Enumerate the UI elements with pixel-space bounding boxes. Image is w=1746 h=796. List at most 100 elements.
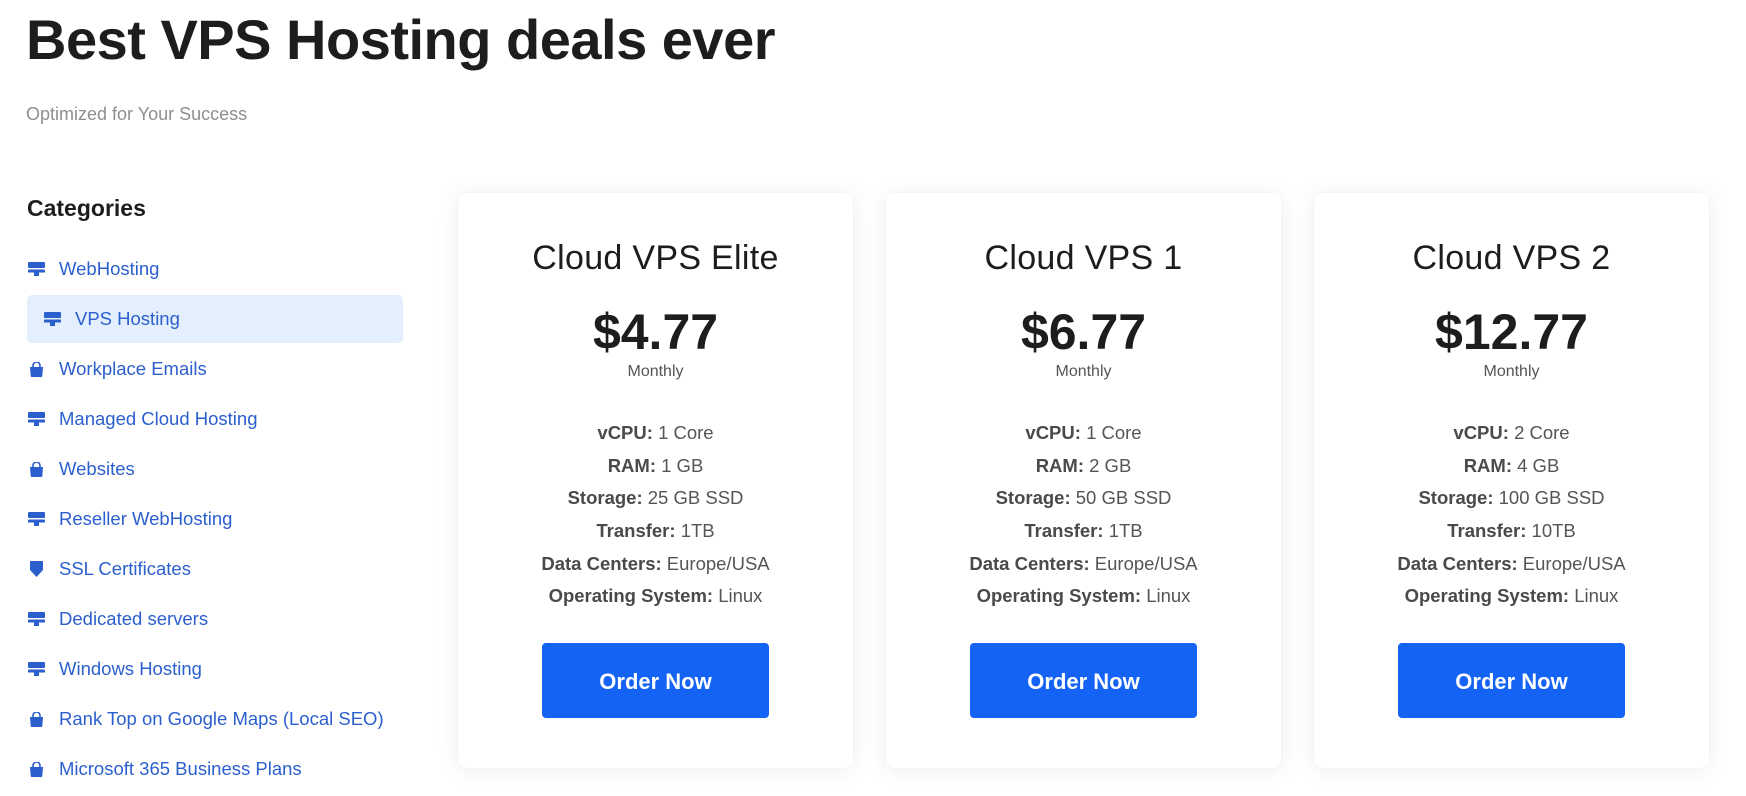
spec-row: Storage: 50 GB SSD	[886, 482, 1281, 515]
spec-row: Transfer: 10TB	[1314, 515, 1709, 548]
spec-value: 1TB	[680, 520, 715, 542]
plan-card: Cloud VPS 1 $6.77 Monthly vCPU: 1 Core RAM: …	[886, 193, 1281, 768]
spec-label: vCPU:	[1453, 422, 1509, 443]
order-now-button[interactable]: Order Now	[542, 643, 769, 719]
plan-name: Cloud VPS 1	[984, 239, 1183, 277]
spec-label: RAM:	[1035, 454, 1084, 476]
sidebar-item-dedicated-servers[interactable]: Dedicated servers	[27, 594, 403, 644]
shopping-bag-icon	[27, 710, 45, 728]
plan-card: Cloud VPS 2 $12.77 Monthly vCPU: 2 Core RAM:…	[1314, 193, 1709, 768]
spec-row: Operating System: Linux	[886, 580, 1281, 613]
spec-label: vCPU:	[1025, 422, 1081, 443]
sidebar-item-label: Managed Cloud Hosting	[59, 408, 258, 429]
spec-label: Operating System:	[1404, 585, 1570, 607]
sidebar-item-label: Websites	[59, 458, 135, 479]
server-icon	[27, 660, 45, 678]
spec-label: Storage:	[995, 487, 1071, 509]
spec-row: vCPU: 1 Core	[886, 417, 1281, 450]
spec-row: Operating System: Linux	[458, 580, 853, 613]
sidebar-item-vps-hosting[interactable]: VPS Hosting	[27, 295, 403, 343]
server-icon	[27, 260, 45, 278]
spec-label: Transfer:	[1024, 520, 1104, 542]
shopping-bag-icon	[27, 760, 45, 778]
sidebar-item-rank-top-on-google-maps-local-seo[interactable]: Rank Top on Google Maps (Local SEO)	[27, 694, 403, 744]
spec-row: Storage: 100 GB SSD	[1314, 482, 1709, 515]
sidebar-item-ssl-certificates[interactable]: SSL Certificates	[27, 544, 403, 594]
plan-card: Cloud VPS Elite $4.77 Monthly vCPU: 1 Core R…	[458, 193, 853, 768]
spec-label: Operating System:	[548, 585, 714, 607]
plan-price: $6.77	[1020, 304, 1147, 360]
sidebar-item-managed-cloud-hosting[interactable]: Managed Cloud Hosting	[27, 394, 403, 444]
sidebar-item-label: SSL Certificates	[59, 558, 191, 579]
sidebar-item-label: Microsoft 365 Business Plans	[59, 758, 302, 779]
spec-row: Data Centers: Europe/USA	[886, 548, 1281, 581]
plan-name: Cloud VPS Elite	[532, 239, 779, 277]
spec-row: Data Centers: Europe/USA	[458, 548, 853, 581]
spec-value: Linux	[1146, 585, 1191, 607]
spec-row: RAM: 1 GB	[458, 450, 853, 483]
spec-value: Europe/USA	[666, 552, 770, 574]
spec-row: RAM: 2 GB	[886, 450, 1281, 483]
sidebar-item-microsoft-365-business-plans[interactable]: Microsoft 365 Business Plans	[27, 744, 403, 794]
sidebar-item-label: WebHosting	[59, 258, 160, 279]
plan-specs: vCPU: 1 Core RAM: 2 GB Storage: 50 GB SSD T…	[886, 417, 1281, 613]
sidebar-item-label: Dedicated servers	[59, 608, 209, 629]
server-icon	[27, 410, 45, 428]
sidebar-item-reseller-webhosting[interactable]: Reseller WebHosting	[27, 494, 403, 544]
spec-value: 1 Core	[1086, 422, 1142, 443]
spec-label: Data Centers:	[541, 552, 662, 574]
spec-value: 4 GB	[1517, 454, 1560, 476]
category-list: WebHosting VPS Hosting Workplace Emails Man…	[27, 244, 403, 794]
spec-value: 10TB	[1531, 520, 1576, 542]
spec-label: RAM:	[1463, 454, 1512, 476]
spec-value: 1 Core	[658, 422, 714, 443]
spec-label: RAM:	[607, 454, 656, 476]
sidebar-item-webhosting[interactable]: WebHosting	[27, 244, 403, 294]
spec-label: Transfer:	[1447, 520, 1527, 542]
plan-price: $12.77	[1435, 304, 1588, 360]
sidebar-item-windows-hosting[interactable]: Windows Hosting	[27, 644, 403, 694]
server-icon	[27, 610, 45, 628]
spec-value: Europe/USA	[1094, 552, 1198, 574]
categories-sidebar: Categories WebHosting VPS Hosting Workplac…	[27, 192, 403, 794]
plan-price: $4.77	[592, 304, 719, 360]
spec-value: 2 GB	[1089, 454, 1132, 476]
plan-name: Cloud VPS 2	[1412, 239, 1611, 277]
page-subtitle: Optimized for Your Success	[26, 104, 248, 124]
spec-row: vCPU: 1 Core	[458, 417, 853, 450]
plan-period: Monthly	[1055, 363, 1112, 380]
page-title: Best VPS Hosting deals ever	[26, 8, 776, 71]
spec-row: vCPU: 2 Core	[1314, 417, 1709, 450]
spec-label: vCPU:	[597, 422, 653, 443]
spec-row: Transfer: 1TB	[886, 515, 1281, 548]
shopping-bag-icon	[27, 460, 45, 478]
spec-label: Data Centers:	[969, 552, 1090, 574]
shopping-bag-icon	[27, 360, 45, 378]
server-icon	[27, 510, 45, 528]
spec-label: Transfer:	[596, 520, 676, 542]
sidebar-item-label: Windows Hosting	[59, 658, 202, 679]
spec-label: Data Centers:	[1397, 552, 1518, 574]
plan-specs: vCPU: 1 Core RAM: 1 GB Storage: 25 GB SSD T…	[458, 417, 853, 613]
sidebar-heading: Categories	[27, 195, 146, 221]
sidebar-item-workplace-emails[interactable]: Workplace Emails	[27, 344, 403, 394]
spec-value: Europe/USA	[1522, 552, 1626, 574]
spec-row: RAM: 4 GB	[1314, 450, 1709, 483]
shield-icon	[27, 560, 45, 578]
spec-value: Linux	[1574, 585, 1619, 607]
spec-label: Storage:	[567, 487, 643, 509]
page-header: Best VPS Hosting deals ever Optimized fo…	[26, 0, 776, 125]
sidebar-item-label: Rank Top on Google Maps (Local SEO)	[59, 708, 384, 729]
order-now-button[interactable]: Order Now	[970, 643, 1197, 719]
spec-row: Operating System: Linux	[1314, 580, 1709, 613]
spec-value: 50 GB SSD	[1075, 487, 1172, 509]
plan-specs: vCPU: 2 Core RAM: 4 GB Storage: 100 GB SSD…	[1314, 417, 1709, 613]
pricing-cards: Cloud VPS Elite $4.77 Monthly vCPU: 1 Core R…	[458, 193, 1709, 768]
spec-label: Operating System:	[976, 585, 1142, 607]
spec-row: Storage: 25 GB SSD	[458, 482, 853, 515]
plan-period: Monthly	[627, 363, 684, 380]
spec-label: Storage:	[1418, 487, 1494, 509]
sidebar-item-label: Reseller WebHosting	[59, 508, 233, 529]
order-now-button[interactable]: Order Now	[1398, 643, 1625, 719]
sidebar-item-websites[interactable]: Websites	[27, 444, 403, 494]
